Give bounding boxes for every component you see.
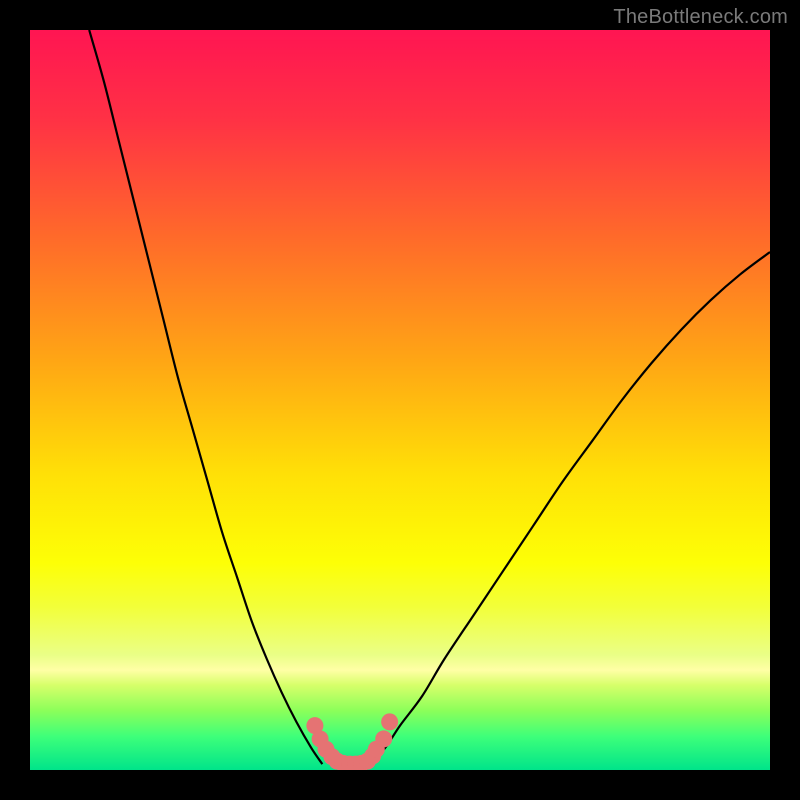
- bottleneck-chart: [30, 30, 770, 770]
- attribution-label: TheBottleneck.com: [613, 6, 788, 29]
- plot-area: [30, 30, 770, 770]
- valley-dot: [381, 713, 398, 730]
- chart-frame: TheBottleneck.com: [0, 0, 800, 800]
- gradient-background: [30, 30, 770, 770]
- valley-dot: [375, 730, 392, 747]
